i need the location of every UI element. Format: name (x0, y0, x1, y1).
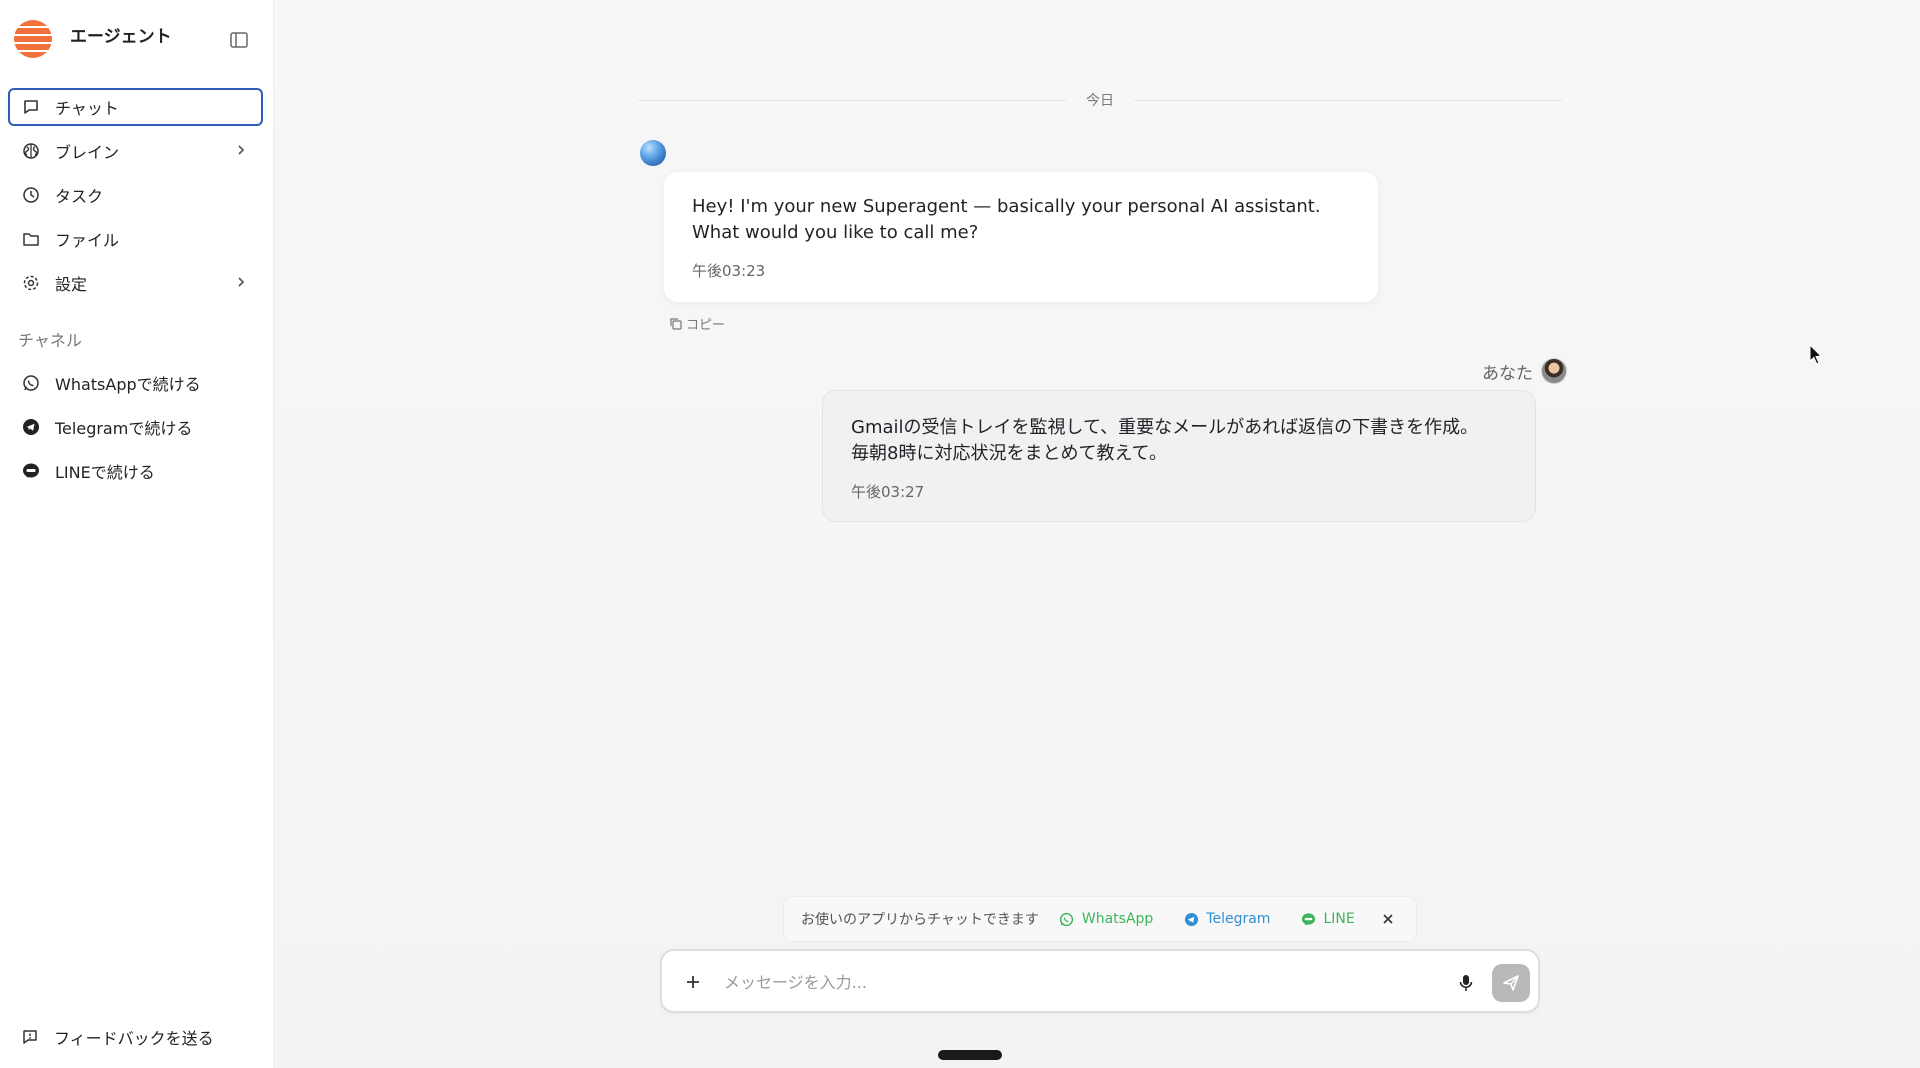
line-icon (21, 461, 41, 481)
folder-icon (21, 229, 41, 249)
message-composer (660, 949, 1540, 1013)
whatsapp-icon (21, 373, 41, 393)
line-icon (1300, 911, 1316, 927)
copy-label: コピー (686, 318, 726, 333)
banner-whatsapp-link[interactable]: WhatsApp (1059, 911, 1153, 927)
message-input[interactable] (722, 965, 1422, 999)
banner-hint: お使いのアプリからチャットできます (801, 912, 1039, 928)
send-feedback-button[interactable]: フィードバックを送る (20, 1025, 214, 1049)
banner-telegram-link[interactable]: Telegram (1183, 911, 1270, 927)
nav-item-chat[interactable]: チャット (8, 88, 263, 126)
banner-app-label: LINE (1323, 911, 1355, 927)
agent-message-text: Hey! I'm your new Superagent — basically… (692, 196, 1321, 243)
channel-item-label: Telegramで続ける (55, 419, 193, 438)
app-chat-banner: お使いのアプリからチャットできます WhatsApp Telegram LINE (783, 896, 1417, 942)
agent-message-bubble: Hey! I'm your new Superagent — basically… (664, 172, 1378, 302)
mouse-cursor-icon (1809, 344, 1823, 365)
nav-item-brain[interactable]: ブレイン (8, 132, 263, 170)
telegram-icon (21, 417, 41, 437)
user-name-label: あなた (1482, 363, 1533, 384)
agent-avatar (640, 140, 666, 166)
user-message-header: あなた (1482, 358, 1567, 384)
nav-item-settings[interactable]: 設定 (8, 264, 263, 302)
user-message-time: 午後03:27 (851, 483, 925, 501)
banner-close-button[interactable] (1379, 910, 1397, 928)
channels-section-label: チャネル (18, 331, 82, 350)
nav-item-files[interactable]: ファイル (8, 220, 263, 258)
divider-line (1134, 99, 1562, 101)
user-message-bubble: Gmailの受信トレイを監視して、重要なメールがあれば返信の下書きを作成。 毎朝… (822, 390, 1536, 522)
feedback-label: フィードバックを送る (54, 1029, 214, 1048)
user-message-text-line: Gmailの受信トレイを監視して、重要なメールがあれば返信の下書きを作成。 (851, 417, 1479, 438)
sidebar-toggle-button[interactable] (228, 31, 250, 49)
chevron-right-icon (233, 142, 249, 158)
nav-item-label: タスク (55, 187, 104, 206)
copy-icon (668, 317, 682, 331)
banner-app-label: WhatsApp (1081, 911, 1154, 927)
brand: エージェント (14, 20, 172, 58)
chevron-right-icon (233, 274, 249, 290)
user-message-text-line: 毎朝8時に対応状況をまとめて教えて。 (851, 443, 1168, 464)
brain-icon (21, 141, 41, 161)
close-icon (1383, 914, 1393, 924)
voice-input-button[interactable] (1455, 971, 1477, 995)
telegram-icon (1183, 911, 1199, 927)
nav-item-label: チャット (55, 99, 119, 118)
attach-button[interactable] (682, 971, 704, 993)
main-nav: チャット ブレイン タスク ファイル 設定 (8, 88, 263, 308)
channel-item-label: WhatsAppで続ける (55, 375, 201, 394)
date-divider: 今日 (638, 90, 1562, 110)
copy-button[interactable]: コピー (668, 314, 725, 333)
sidebar-panel-icon (230, 32, 248, 48)
gear-icon (21, 273, 41, 293)
brand-logo (14, 20, 52, 58)
channel-item-label: LINEで続ける (55, 463, 155, 482)
clock-icon (21, 185, 41, 205)
whatsapp-icon (1059, 911, 1075, 927)
channels-list: WhatsAppで続ける Telegramで続ける LINEで続ける (8, 364, 263, 496)
date-label: 今日 (1086, 93, 1114, 109)
channel-item-telegram[interactable]: Telegramで続ける (8, 408, 263, 446)
user-avatar (1541, 358, 1567, 384)
bottom-drag-handle[interactable] (938, 1050, 1002, 1060)
nav-item-label: 設定 (55, 275, 88, 294)
nav-item-label: ブレイン (55, 143, 120, 162)
sidebar: エージェント チャット ブレイン タスク ファイル 設定 チャネル WhatsA… (0, 0, 274, 1068)
microphone-icon (1459, 975, 1473, 991)
banner-line-link[interactable]: LINE (1300, 911, 1355, 927)
banner-app-label: Telegram (1206, 911, 1271, 927)
nav-item-tasks[interactable]: タスク (8, 176, 263, 214)
channel-item-whatsapp[interactable]: WhatsAppで続ける (8, 364, 263, 402)
channel-item-line[interactable]: LINEで続ける (8, 452, 263, 490)
send-button[interactable] (1492, 964, 1530, 1002)
feedback-icon (20, 1027, 40, 1047)
plus-icon (687, 976, 699, 988)
send-icon (1503, 975, 1519, 991)
app-name: エージェント (70, 27, 172, 47)
nav-item-label: ファイル (55, 231, 120, 250)
agent-message-time: 午後03:23 (692, 262, 766, 280)
chat-bubble-icon (21, 97, 41, 117)
divider-line (638, 99, 1066, 101)
